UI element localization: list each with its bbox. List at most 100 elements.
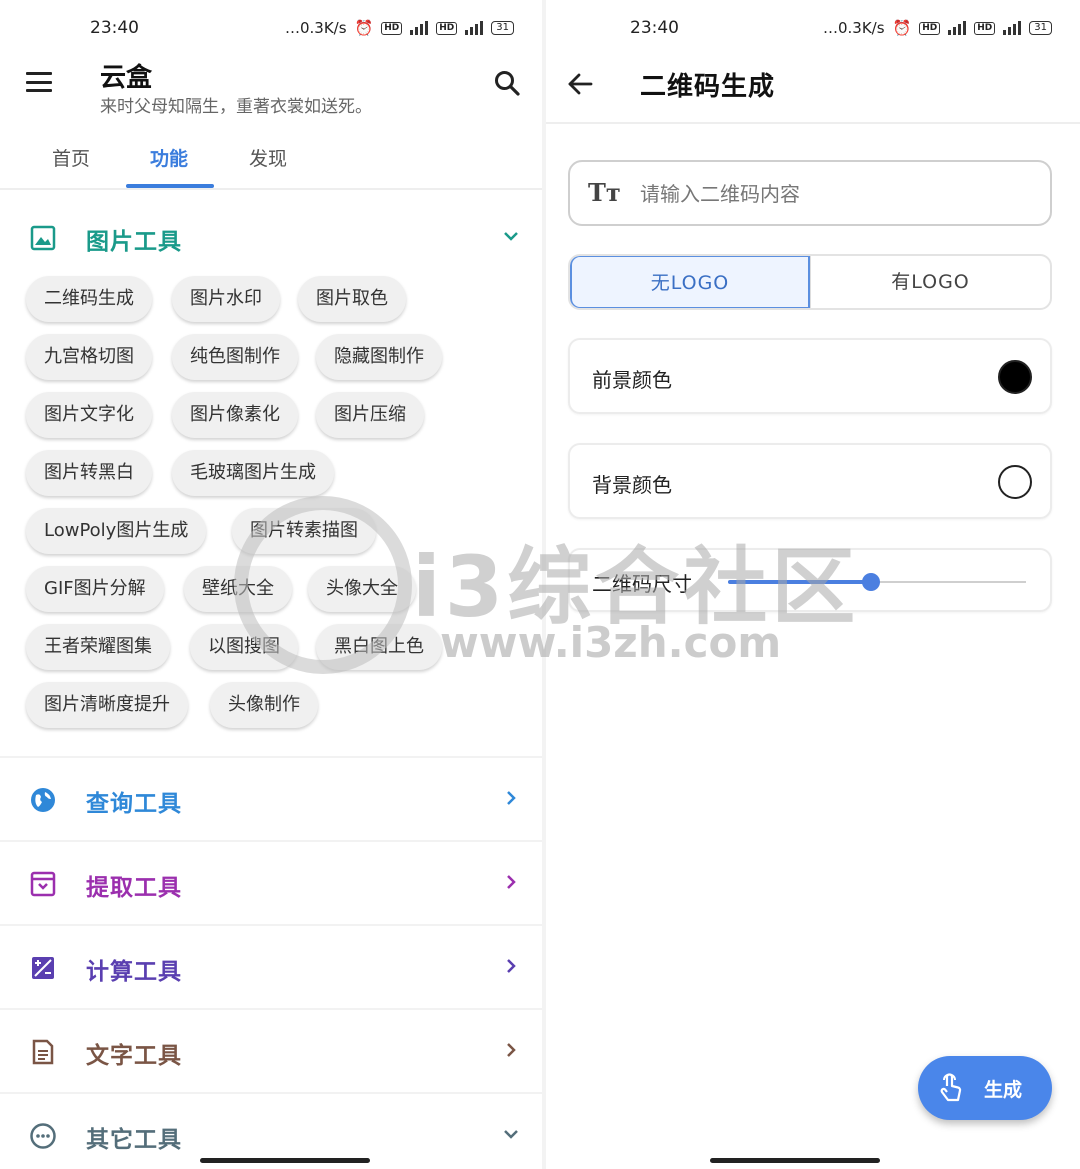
tab-functions[interactable]: 功能 [150, 144, 188, 171]
chip-avatar-maker[interactable]: 头像制作 [210, 682, 318, 728]
generate-button[interactable]: 生成 [918, 1056, 1052, 1120]
text-format-icon: Tт [588, 178, 621, 207]
foreground-color-swatch[interactable] [998, 360, 1032, 394]
signal-icon-2 [465, 21, 484, 35]
chip-compress[interactable]: 图片压缩 [316, 392, 424, 438]
section-title-other-tools: 其它工具 [86, 1127, 182, 1153]
chip-colorize[interactable]: 黑白图上色 [316, 624, 442, 670]
hd-icon: HD [919, 21, 941, 35]
app-subtitle: 来时父母知隔生，重著衣裳如送死。 [100, 97, 372, 117]
divider [0, 924, 542, 926]
section-image-tools[interactable]: 图片工具 [0, 208, 542, 268]
document-icon [32, 1039, 54, 1065]
back-arrow-icon[interactable] [566, 70, 594, 98]
signal-icon [410, 21, 429, 35]
chip-sketch[interactable]: 图片转素描图 [232, 508, 376, 554]
menu-icon[interactable] [26, 72, 52, 92]
image-icon [30, 225, 56, 251]
background-color-row[interactable]: 背景颜色 [568, 443, 1052, 519]
option-no-logo[interactable]: 无LOGO [570, 256, 810, 308]
network-speed: …0.3K/s [822, 19, 885, 37]
alarm-icon: ⏰ [354, 19, 374, 37]
signal-icon-2 [1003, 21, 1022, 35]
qr-content-field[interactable]: Tт [568, 160, 1052, 226]
tab-discover[interactable]: 发现 [249, 144, 287, 171]
chip-watermark[interactable]: 图片水印 [172, 276, 280, 322]
home-indicator[interactable] [200, 1158, 370, 1163]
section-title-query-tools: 查询工具 [86, 791, 182, 817]
chevron-right-icon [507, 791, 516, 805]
section-title-image-tools: 图片工具 [86, 229, 182, 255]
hd-icon-2: HD [974, 21, 996, 35]
section-text-tools[interactable]: 文字工具 [0, 1022, 542, 1082]
chevron-down-icon [504, 232, 518, 241]
chevron-down-icon [504, 1130, 518, 1139]
chip-nine-grid[interactable]: 九宫格切图 [26, 334, 152, 380]
foreground-color-row[interactable]: 前景颜色 [568, 338, 1052, 414]
qr-size-row: 二维码尺寸 [568, 548, 1052, 612]
background-label: 背景颜色 [592, 473, 672, 497]
tab-bar: 首页 功能 发现 [0, 138, 542, 190]
status-time: 23:40 [90, 18, 139, 38]
battery-icon: 31 [1029, 21, 1052, 35]
chip-gif-split[interactable]: GIF图片分解 [26, 566, 164, 612]
chip-grayscale[interactable]: 图片转黑白 [26, 450, 152, 496]
app-title: 云盒 [100, 63, 153, 93]
tab-home[interactable]: 首页 [52, 144, 90, 171]
search-icon[interactable] [494, 70, 520, 96]
header-divider [546, 122, 1080, 124]
section-extract-tools[interactable]: 提取工具 [0, 854, 542, 914]
section-title-calc-tools: 计算工具 [86, 959, 182, 985]
qr-content-input[interactable] [640, 174, 1030, 214]
chip-hidden-image[interactable]: 隐藏图制作 [316, 334, 442, 380]
divider [0, 756, 542, 758]
divider [0, 840, 542, 842]
hd-icon: HD [381, 21, 403, 35]
chevron-right-icon [507, 1043, 516, 1057]
chip-solid-color[interactable]: 纯色图制作 [172, 334, 298, 380]
size-slider-fill [728, 580, 872, 584]
chevron-right-icon [507, 875, 516, 889]
page-title: 二维码生成 [640, 72, 776, 102]
more-icon [30, 1123, 56, 1149]
size-label: 二维码尺寸 [592, 572, 692, 596]
background-color-swatch[interactable] [998, 465, 1032, 499]
size-slider-thumb[interactable] [862, 573, 881, 591]
option-with-logo[interactable]: 有LOGO [810, 256, 1050, 308]
status-icons: …0.3K/s ⏰ HD HD 31 [285, 19, 514, 37]
section-query-tools[interactable]: 查询工具 [0, 770, 542, 830]
chip-lowpoly[interactable]: LowPoly图片生成 [26, 508, 207, 554]
right-screen: 23:40 …0.3K/s ⏰ HD HD 31 二维码生成 Tт 无LOGO … [546, 0, 1080, 1169]
chip-frosted-glass[interactable]: 毛玻璃图片生成 [172, 450, 334, 496]
section-title-extract-tools: 提取工具 [86, 875, 182, 901]
calculator-icon [32, 957, 54, 979]
alarm-icon: ⏰ [892, 19, 912, 37]
chip-enhance[interactable]: 图片清晰度提升 [26, 682, 188, 728]
tab-indicator [126, 184, 214, 188]
network-speed: …0.3K/s [284, 19, 347, 37]
section-other-tools[interactable]: 其它工具 [0, 1106, 542, 1166]
chip-honor-of-kings[interactable]: 王者荣耀图集 [26, 624, 170, 670]
divider [0, 1008, 542, 1010]
chip-qrcode[interactable]: 二维码生成 [26, 276, 152, 322]
home-indicator[interactable] [710, 1158, 880, 1163]
section-calc-tools[interactable]: 计算工具 [0, 938, 542, 998]
generate-label: 生成 [984, 1079, 1023, 1101]
left-screen: 23:40 …0.3K/s ⏰ HD HD 31 云盒 来时父母知隔生，重著衣裳… [0, 0, 542, 1169]
chevron-right-icon [507, 959, 516, 973]
section-title-text-tools: 文字工具 [86, 1043, 182, 1069]
status-bar: 23:40 …0.3K/s ⏰ HD HD 31 [0, 16, 542, 46]
chip-pick-color[interactable]: 图片取色 [298, 276, 406, 322]
chip-pixelate[interactable]: 图片像素化 [172, 392, 298, 438]
signal-icon [948, 21, 967, 35]
touch-icon [940, 1073, 962, 1102]
hd-icon-2: HD [436, 21, 458, 35]
status-icons: …0.3K/s ⏰ HD HD 31 [823, 19, 1052, 37]
archive-icon [30, 871, 56, 897]
status-time: 23:40 [630, 18, 679, 38]
chip-avatars[interactable]: 头像大全 [308, 566, 416, 612]
chip-image-search[interactable]: 以图搜图 [190, 624, 298, 670]
chip-wallpapers[interactable]: 壁纸大全 [184, 566, 292, 612]
chip-image-to-text[interactable]: 图片文字化 [26, 392, 152, 438]
divider [0, 1092, 542, 1094]
